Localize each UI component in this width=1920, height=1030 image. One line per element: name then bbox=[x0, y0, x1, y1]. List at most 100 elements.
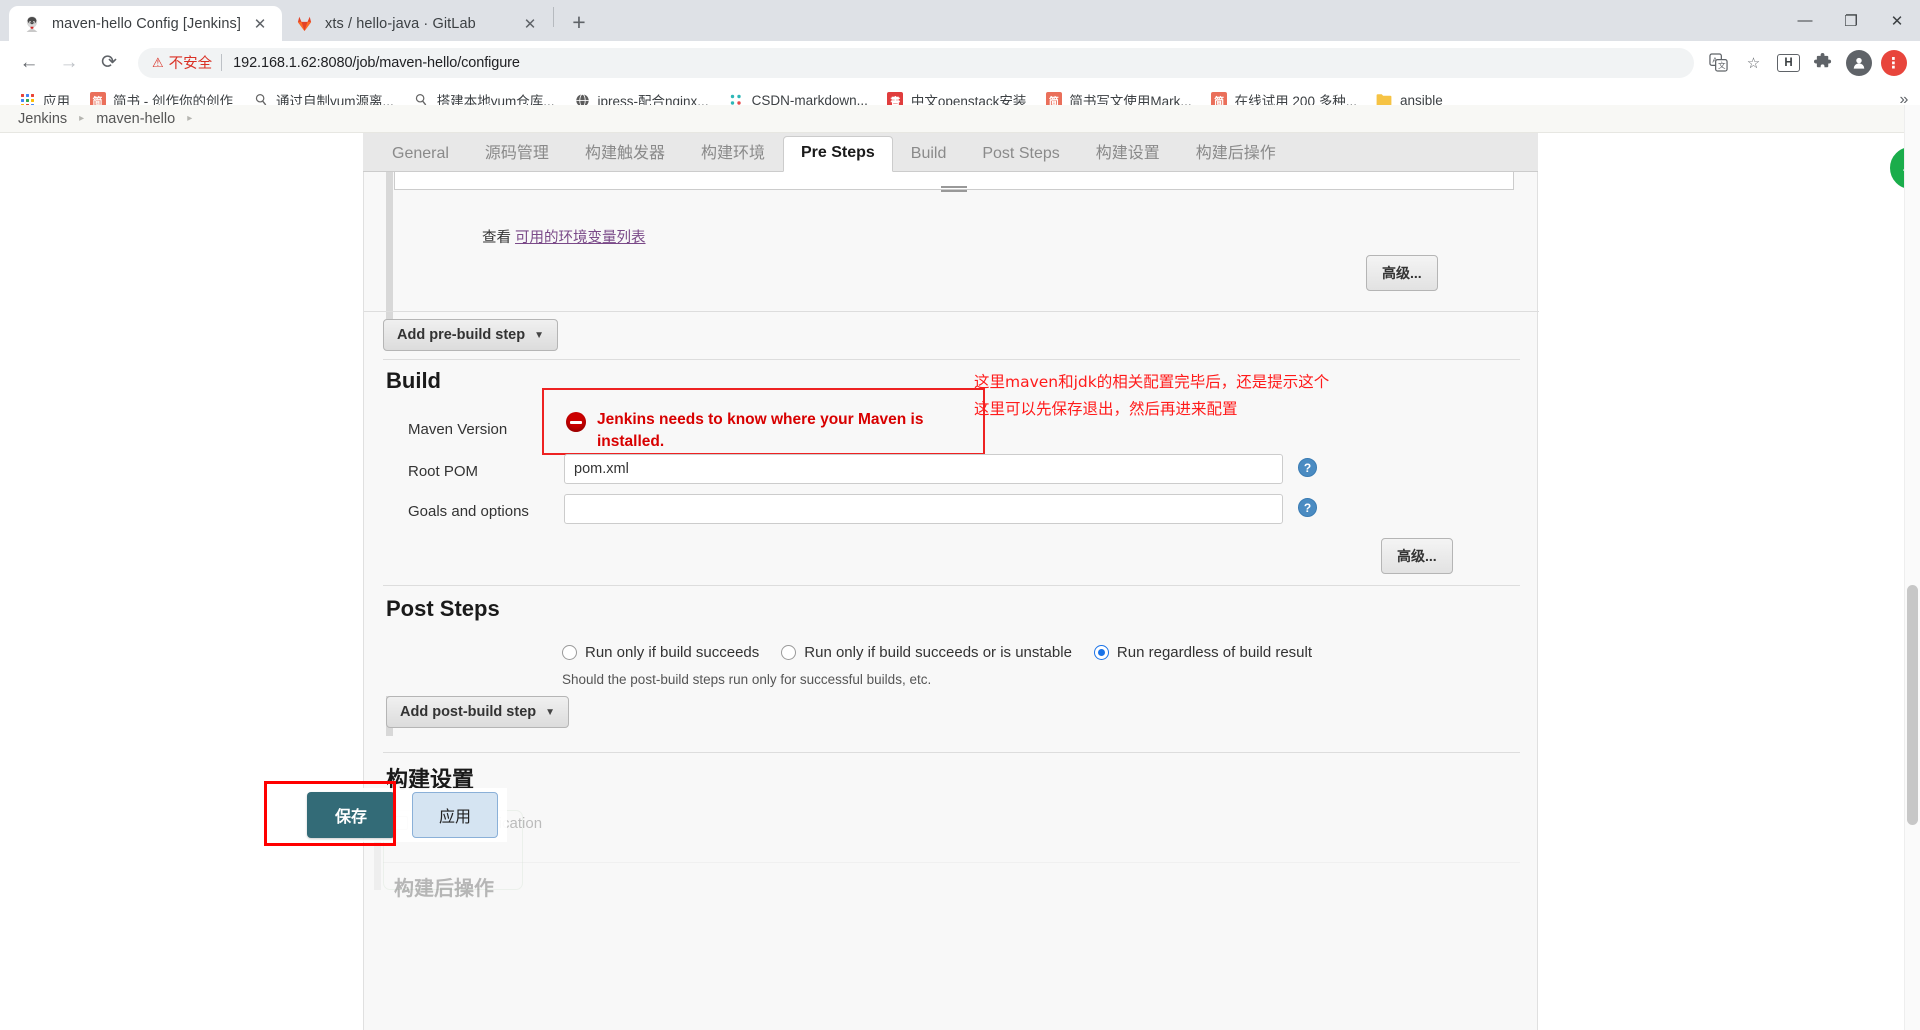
tab-build-environment[interactable]: 构建环境 bbox=[683, 131, 783, 172]
env-prefix-label: 查看 bbox=[482, 230, 511, 246]
tab-pre-steps[interactable]: Pre Steps bbox=[782, 136, 893, 172]
address-bar[interactable]: ⚠ 不安全 192.168.1.62:8080/job/maven-hello/… bbox=[138, 47, 1694, 78]
forward-button-icon[interactable]: → bbox=[52, 46, 86, 80]
radio-run-if-succeeds[interactable] bbox=[562, 645, 577, 660]
tab-title: maven-hello Config [Jenkins] bbox=[52, 15, 241, 32]
bookmark-star-icon[interactable]: ☆ bbox=[1738, 47, 1769, 78]
tab-close-icon[interactable]: ✕ bbox=[249, 13, 271, 35]
tab-build-settings[interactable]: 构建设置 bbox=[1078, 131, 1178, 172]
pre-steps-divider bbox=[364, 311, 1539, 312]
post-steps-hint: Should the post-build steps run only for… bbox=[562, 672, 932, 687]
breadcrumb-item-jenkins[interactable]: Jenkins bbox=[18, 111, 67, 127]
page-scrollbar-thumb[interactable] bbox=[1907, 585, 1918, 825]
back-button-icon[interactable]: ← bbox=[12, 46, 46, 80]
browser-tab-jenkins[interactable]: maven-hello Config [Jenkins] ✕ bbox=[9, 6, 282, 41]
post-build-actions-title: 构建后操作 bbox=[394, 878, 494, 900]
build-advanced-button[interactable]: 高级... bbox=[1381, 538, 1453, 574]
browser-toolbar: ← → ⟳ ⚠ 不安全 192.168.1.62:8080/job/maven-… bbox=[0, 41, 1920, 84]
pre-steps-advanced-button[interactable]: 高级... bbox=[1366, 255, 1438, 291]
tab-build-triggers[interactable]: 构建触发器 bbox=[567, 131, 683, 172]
page-scrollbar[interactable] bbox=[1904, 105, 1920, 1030]
breadcrumb-separator-icon: ▸ bbox=[79, 113, 85, 124]
root-pom-help-icon[interactable]: ? bbox=[1298, 458, 1317, 477]
radio-label-run-if-succeeds-or-unstable: Run only if build succeeds or is unstabl… bbox=[804, 644, 1072, 661]
h-badge-label: H bbox=[1777, 53, 1800, 72]
tab-general[interactable]: General bbox=[374, 137, 467, 172]
chevron-down-icon: ▼ bbox=[534, 329, 544, 341]
omnibox-divider bbox=[221, 54, 223, 71]
textarea-resize-handle[interactable] bbox=[941, 186, 967, 192]
form-save-bar: 保存 应用 bbox=[307, 788, 507, 842]
build-section-top-divider bbox=[383, 359, 1520, 360]
bottom-divider bbox=[383, 862, 1520, 863]
tab-close-icon[interactable]: ✕ bbox=[519, 13, 541, 35]
pre-build-step-strip bbox=[386, 172, 393, 322]
address-bar-url: 192.168.1.62:8080/job/maven-hello/config… bbox=[233, 54, 520, 71]
profile-avatar-icon[interactable] bbox=[1843, 47, 1874, 78]
post-steps-radio-group: Run only if build succeeds Run only if b… bbox=[562, 644, 1334, 661]
add-post-build-step-button[interactable]: Add post-build step ▼ bbox=[386, 696, 570, 728]
h-extension-badge-icon[interactable]: H bbox=[1773, 47, 1804, 78]
jenkins-page: Jenkins ▸ maven-hello ▸ General 源码管理 构建触… bbox=[0, 105, 1920, 1030]
translate-icon[interactable]: A文 bbox=[1703, 47, 1734, 78]
tab-post-build-actions[interactable]: 构建后操作 bbox=[1178, 131, 1294, 172]
post-steps-top-divider bbox=[383, 585, 1520, 586]
not-secure-warning-icon: ⚠ bbox=[152, 54, 164, 70]
breadcrumb: Jenkins ▸ maven-hello ▸ bbox=[0, 105, 1920, 133]
window-controls: — ❐ ✕ bbox=[1782, 0, 1920, 41]
tab-build[interactable]: Build bbox=[893, 137, 965, 172]
chevron-down-icon: ▼ bbox=[545, 706, 556, 718]
chrome-menu-icon[interactable]: ⋮ bbox=[1878, 47, 1909, 78]
reload-button-icon[interactable]: ⟳ bbox=[92, 46, 126, 80]
tab-divider bbox=[552, 7, 554, 27]
goals-and-options-input[interactable] bbox=[564, 494, 1283, 524]
env-variables-line: 查看 可用的环境变量列表 bbox=[482, 226, 646, 247]
annotation-line-1: 这里maven和jdk的相关配置完毕后，还是提示这个 bbox=[974, 373, 1330, 391]
new-tab-button[interactable]: + bbox=[562, 5, 596, 39]
apply-button[interactable]: 应用 bbox=[412, 792, 499, 838]
tab-source-code-management[interactable]: 源码管理 bbox=[467, 131, 567, 172]
gitlab-favicon-icon bbox=[295, 14, 314, 33]
menu-update-badge: ⋮ bbox=[1880, 49, 1907, 76]
maven-error-box: Jenkins needs to know where your Maven i… bbox=[542, 388, 985, 473]
annotation-line-2: 这里可以先保存退出，然后再进来配置 bbox=[974, 400, 1238, 418]
add-pre-build-step-button[interactable]: Add pre-build step ▼ bbox=[383, 319, 558, 351]
window-minimize-button[interactable]: — bbox=[1782, 0, 1828, 41]
post-steps-section-title: Post Steps bbox=[386, 596, 500, 621]
maven-error-line1: Jenkins needs to know where your Maven i… bbox=[597, 411, 924, 451]
radio-label-run-if-succeeds: Run only if build succeeds bbox=[585, 644, 760, 661]
build-settings-divider bbox=[383, 752, 1520, 753]
not-secure-label: 不安全 bbox=[168, 56, 213, 72]
tab-strip: maven-hello Config [Jenkins] ✕ xts / hel… bbox=[0, 0, 1920, 41]
error-icon bbox=[566, 412, 586, 432]
browser-tab-gitlab[interactable]: xts / hello-java · GitLab ✕ bbox=[281, 6, 552, 41]
maven-version-label: Maven Version bbox=[408, 421, 508, 438]
goals-and-options-label: Goals and options bbox=[408, 503, 529, 520]
avatar bbox=[1845, 49, 1872, 76]
command-textarea[interactable] bbox=[394, 172, 1514, 192]
radio-run-regardless[interactable] bbox=[1093, 645, 1109, 660]
root-pom-input[interactable] bbox=[564, 454, 1283, 484]
extensions-puzzle-icon[interactable] bbox=[1808, 47, 1839, 78]
tab-post-steps[interactable]: Post Steps bbox=[964, 137, 1077, 172]
build-section-title: Build bbox=[386, 368, 441, 393]
browser-window: maven-hello Config [Jenkins] ✕ xts / hel… bbox=[0, 0, 1920, 1030]
svg-text:文: 文 bbox=[1718, 60, 1726, 70]
config-form: 查看 可用的环境变量列表 高级... Add pre-build step ▼ … bbox=[363, 172, 1539, 1030]
jenkins-favicon-icon bbox=[22, 14, 41, 33]
window-close-button[interactable]: ✕ bbox=[1874, 0, 1920, 41]
save-button[interactable]: 保存 bbox=[307, 792, 396, 838]
config-content: General 源码管理 构建触发器 构建环境 Pre Steps Build … bbox=[0, 133, 1920, 1030]
root-pom-label: Root POM bbox=[408, 463, 479, 480]
radio-label-run-regardless: Run regardless of build result bbox=[1116, 644, 1313, 661]
tab-title: xts / hello-java · GitLab bbox=[324, 15, 476, 32]
radio-run-if-succeeds-or-unstable[interactable] bbox=[781, 645, 797, 660]
add-post-build-step-label: Add post-build step bbox=[400, 704, 537, 720]
window-maximize-button[interactable]: ❐ bbox=[1828, 0, 1874, 41]
available-env-variables-link[interactable]: 可用的环境变量列表 bbox=[515, 230, 646, 246]
add-pre-build-step-label: Add pre-build step bbox=[397, 327, 526, 343]
breadcrumb-separator-icon: ▸ bbox=[187, 113, 193, 124]
breadcrumb-item-maven-hello[interactable]: maven-hello bbox=[96, 111, 175, 127]
goals-and-options-help-icon[interactable]: ? bbox=[1298, 498, 1317, 517]
config-tab-bar: General 源码管理 构建触发器 构建环境 Pre Steps Build … bbox=[363, 133, 1538, 172]
